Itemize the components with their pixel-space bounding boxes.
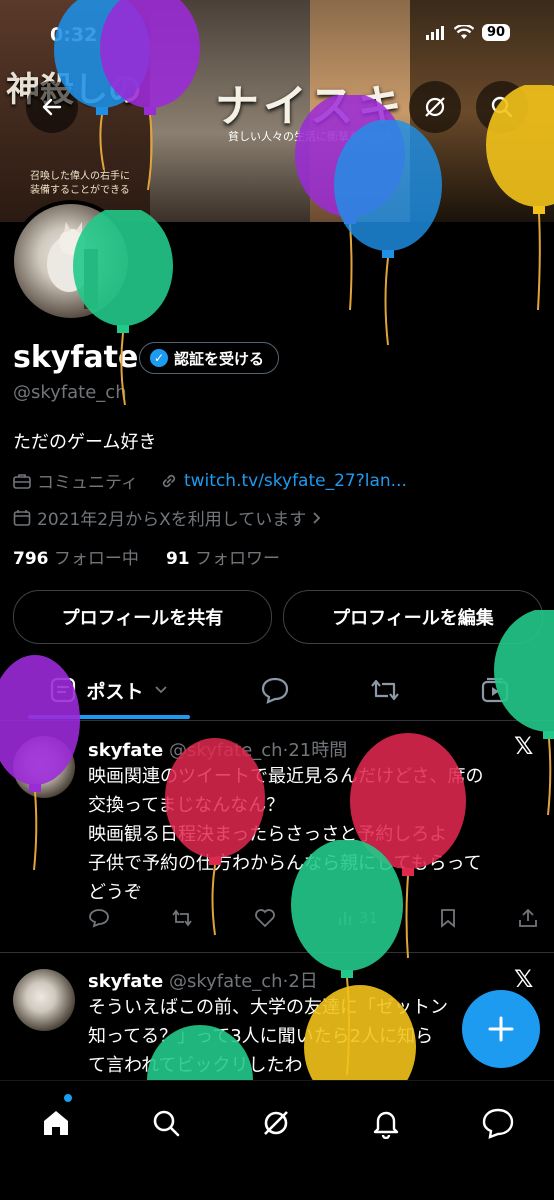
- nav-messages[interactable]: [476, 1101, 520, 1145]
- balloon: [483, 85, 554, 315]
- grok-icon: [260, 1107, 292, 1139]
- post-header: skyfate @skyfate_ch·2日: [88, 967, 318, 993]
- reply-icon: [88, 908, 110, 928]
- nav-search[interactable]: [144, 1101, 188, 1145]
- profile-link[interactable]: twitch.tv/skyfate_27?lan...: [184, 471, 407, 491]
- balloon: [328, 120, 448, 350]
- tab-posts-label: ポスト: [86, 680, 144, 703]
- home-icon: [40, 1107, 72, 1139]
- bottom-navigation: [0, 1080, 554, 1200]
- share-icon: [518, 908, 538, 928]
- reply-bubble-icon: [260, 676, 290, 704]
- balloon: [303, 985, 418, 1085]
- balloon: [145, 1025, 255, 1085]
- x-logo-icon: 𝕏: [514, 965, 534, 993]
- repost-icon: [369, 676, 401, 704]
- chevron-right-icon: [312, 511, 322, 525]
- status-indicators: 90: [426, 24, 511, 41]
- grok-icon: [422, 94, 448, 120]
- tab-reposts[interactable]: [350, 660, 420, 720]
- profile-meta-row: コミュニティ twitch.tv/skyfate_27?lan...: [13, 468, 407, 493]
- link-icon: [160, 472, 178, 490]
- profile-category: コミュニティ: [37, 473, 138, 493]
- post-avatar[interactable]: [13, 969, 75, 1031]
- balloon: [494, 610, 554, 820]
- balloon: [0, 655, 90, 875]
- followers-count: 91: [165, 549, 190, 569]
- profile-bio: ただのゲーム好き: [13, 432, 157, 453]
- following-link[interactable]: 796 フォロー中: [13, 549, 139, 569]
- balloon: [160, 738, 270, 938]
- followers-link[interactable]: 91 フォロワー: [166, 549, 280, 569]
- wifi-icon: [454, 25, 474, 40]
- joined-date: 2021年2月からXを利用しています: [37, 510, 307, 530]
- joined-row[interactable]: 2021年2月からXを利用しています: [13, 505, 322, 530]
- post-line: 交換ってまじなんなん？: [88, 791, 538, 820]
- compose-post-button[interactable]: [462, 990, 540, 1068]
- chevron-down-icon: [154, 685, 168, 695]
- post-line: 映画関連のツイートで最近見るんだけどさ、席の: [88, 766, 484, 787]
- balloon: [90, 0, 210, 200]
- battery-indicator: 90: [482, 24, 511, 41]
- calendar-icon: [13, 509, 31, 527]
- followers-label: フォロワー: [195, 549, 281, 569]
- nav-grok[interactable]: [254, 1101, 298, 1145]
- plus-icon: [486, 1014, 516, 1044]
- balloon: [70, 210, 180, 410]
- tab-replies[interactable]: [240, 660, 310, 720]
- following-label: フォロー中: [53, 549, 139, 569]
- nav-notifications[interactable]: [364, 1101, 408, 1145]
- bell-icon: [370, 1107, 402, 1139]
- search-icon: [150, 1107, 182, 1139]
- post-author-name: skyfate: [88, 971, 164, 992]
- signal-icon: [426, 25, 446, 40]
- message-bubble-icon: [481, 1107, 515, 1139]
- get-verified-label: 認証を受ける: [174, 349, 265, 368]
- following-count: 796: [13, 549, 49, 569]
- briefcase-icon: [13, 473, 31, 489]
- post-author-handle: @skyfate_ch: [168, 971, 283, 992]
- home-unread-dot: [64, 1094, 72, 1102]
- nav-home[interactable]: [34, 1101, 78, 1145]
- share-profile-button[interactable]: プロフィールを共有: [13, 590, 272, 644]
- reply-button[interactable]: [88, 908, 110, 928]
- post-time: 21時間: [288, 740, 348, 761]
- share-button[interactable]: [518, 908, 538, 928]
- follow-counts: 796 フォロー中 91 フォロワー: [13, 544, 280, 569]
- post-author-name: skyfate: [88, 740, 164, 761]
